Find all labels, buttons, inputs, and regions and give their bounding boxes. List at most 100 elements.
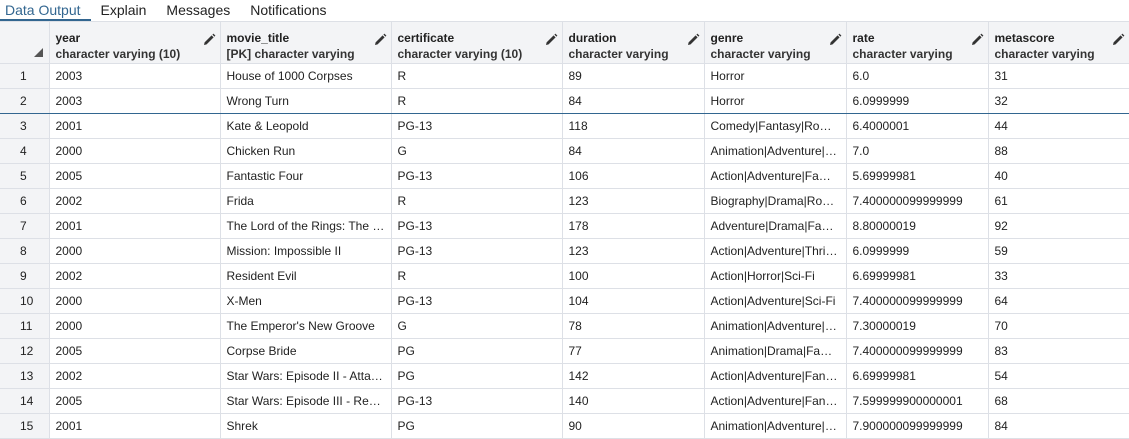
cell-metascore[interactable]: 32 [988, 88, 1129, 114]
cell-movie-title[interactable]: Mission: Impossible II [220, 238, 392, 264]
table-row[interactable]: 5 2005 Fantastic Four PG-13 106 Action|Advent… [0, 163, 1129, 189]
table-row[interactable]: 72001The Lord of the Rings: The Fellowsh… [0, 213, 1129, 239]
cell-metascore[interactable]: 88 [988, 138, 1129, 164]
cell-genre[interactable]: Animation|Adventure|Comedy [704, 138, 847, 164]
row-number[interactable]: 14 [0, 388, 50, 414]
cell-metascore[interactable]: 40 [988, 163, 1129, 189]
cell-movie-title[interactable]: Star Wars: Episode II - Attack of the Cl… [220, 363, 392, 389]
column-header-certificate[interactable]: certificate character varying (10) [391, 22, 563, 64]
tab-data-output[interactable]: Data Output [0, 2, 91, 21]
pencil-icon[interactable] [828, 33, 842, 47]
table-row[interactable]: 11 2000 The Emperor's New Groove G 78 Animati… [0, 313, 1129, 339]
cell-genre[interactable]: Animation|Drama|Family [704, 338, 847, 364]
column-header-duration[interactable]: duration character varying [562, 22, 705, 64]
cell-duration[interactable]: 142 [562, 363, 705, 389]
cell-duration[interactable]: 178 [562, 213, 705, 239]
cell-movie-title[interactable]: The Emperor's New Groove [220, 313, 392, 339]
cell-year[interactable]: 2002 [49, 188, 221, 214]
cell-movie-title[interactable]: Corpse Bride [220, 338, 392, 364]
cell-certificate[interactable]: PG-13 [391, 388, 563, 414]
table-row[interactable]: 132002Star Wars: Episode II - Attack of … [0, 363, 1129, 389]
cell-metascore[interactable]: 70 [988, 313, 1129, 339]
column-header-movie-title[interactable]: movie_title [PK] character varying [220, 22, 392, 64]
cell-genre[interactable]: Adventure|Drama|Fantasy [704, 213, 847, 239]
cell-genre[interactable]: Horror [704, 63, 847, 89]
cell-year[interactable]: 2000 [49, 288, 221, 314]
cell-metascore[interactable]: 61 [988, 188, 1129, 214]
cell-movie-title[interactable]: Wrong Turn [220, 88, 392, 114]
cell-rate[interactable]: 6.0 [846, 63, 989, 89]
table-row[interactable]: 2 2003 Wrong Turn R 84 Horror 6.0999999 32 [0, 88, 1129, 114]
cell-genre[interactable]: Action|Adventure|Sci-Fi [704, 288, 847, 314]
cell-duration[interactable]: 100 [562, 263, 705, 289]
row-number[interactable]: 12 [0, 338, 50, 364]
table-row[interactable]: 142005Star Wars: Episode III - Revenge o… [0, 388, 1129, 414]
row-number[interactable]: 6 [0, 188, 50, 214]
select-all-cell[interactable] [0, 22, 50, 64]
cell-genre[interactable]: Comedy|Fantasy|Romance [704, 113, 847, 139]
row-number[interactable]: 7 [0, 213, 50, 239]
cell-metascore[interactable]: 64 [988, 288, 1129, 314]
cell-movie-title[interactable]: X-Men [220, 288, 392, 314]
cell-certificate[interactable]: G [391, 138, 563, 164]
cell-duration[interactable]: 90 [562, 413, 705, 439]
cell-rate[interactable]: 7.599999900000001 [846, 388, 989, 414]
cell-duration[interactable]: 89 [562, 63, 705, 89]
cell-genre[interactable]: Action|Adventure|Family [704, 163, 847, 189]
cell-genre[interactable]: Action|Adventure|Fantasy [704, 388, 847, 414]
cell-movie-title[interactable]: Resident Evil [220, 263, 392, 289]
cell-metascore[interactable]: 44 [988, 113, 1129, 139]
cell-metascore[interactable]: 92 [988, 213, 1129, 239]
cell-year[interactable]: 2003 [49, 88, 221, 114]
cell-rate[interactable]: 6.4000001 [846, 113, 989, 139]
cell-movie-title[interactable]: Kate & Leopold [220, 113, 392, 139]
cell-rate[interactable]: 6.0999999 [846, 238, 989, 264]
cell-year[interactable]: 2001 [49, 413, 221, 439]
cell-rate[interactable]: 7.400000099999999 [846, 338, 989, 364]
cell-movie-title[interactable]: Shrek [220, 413, 392, 439]
cell-year[interactable]: 2005 [49, 163, 221, 189]
cell-movie-title[interactable]: House of 1000 Corpses [220, 63, 392, 89]
cell-rate[interactable]: 6.69999981 [846, 363, 989, 389]
cell-certificate[interactable]: PG-13 [391, 113, 563, 139]
table-row[interactable]: 4 2000 Chicken Run G 84 Animation|Adventure|C… [0, 138, 1129, 164]
row-number[interactable]: 15 [0, 413, 50, 439]
table-row[interactable]: 8 2000 Mission: Impossible II PG-13 123 Actio… [0, 238, 1129, 264]
cell-certificate[interactable]: PG-13 [391, 163, 563, 189]
row-number[interactable]: 5 [0, 163, 50, 189]
table-row[interactable]: 9 2002 Resident Evil R 100 Action|Horror|Sci-… [0, 263, 1129, 289]
table-row[interactable]: 1 2003 House of 1000 Corpses R 89 Horror 6.0 31 [0, 63, 1129, 89]
cell-metascore[interactable]: 83 [988, 338, 1129, 364]
cell-duration[interactable]: 106 [562, 163, 705, 189]
pencil-icon[interactable] [544, 33, 558, 47]
cell-metascore[interactable]: 84 [988, 413, 1129, 439]
cell-duration[interactable]: 104 [562, 288, 705, 314]
cell-year[interactable]: 2005 [49, 338, 221, 364]
cell-certificate[interactable]: PG [391, 338, 563, 364]
cell-genre[interactable]: Action|Adventure|Thriller [704, 238, 847, 264]
row-number[interactable]: 13 [0, 363, 50, 389]
cell-rate[interactable]: 7.900000099999999 [846, 413, 989, 439]
pencil-icon[interactable] [202, 33, 216, 47]
cell-metascore[interactable]: 31 [988, 63, 1129, 89]
cell-metascore[interactable]: 33 [988, 263, 1129, 289]
cell-rate[interactable]: 8.80000019 [846, 213, 989, 239]
cell-certificate[interactable]: R [391, 188, 563, 214]
cell-certificate[interactable]: PG-13 [391, 238, 563, 264]
cell-year[interactable]: 2002 [49, 263, 221, 289]
row-number[interactable]: 10 [0, 288, 50, 314]
cell-certificate[interactable]: PG [391, 413, 563, 439]
cell-year[interactable]: 2000 [49, 138, 221, 164]
cell-year[interactable]: 2005 [49, 388, 221, 414]
column-header-year[interactable]: year character varying (10) [49, 22, 221, 64]
cell-certificate[interactable]: G [391, 313, 563, 339]
cell-duration[interactable]: 140 [562, 388, 705, 414]
cell-year[interactable]: 2003 [49, 63, 221, 89]
cell-duration[interactable]: 84 [562, 88, 705, 114]
row-number[interactable]: 9 [0, 263, 50, 289]
tab-notifications[interactable]: Notifications [240, 2, 336, 21]
cell-movie-title[interactable]: Fantastic Four [220, 163, 392, 189]
cell-year[interactable]: 2001 [49, 213, 221, 239]
row-number[interactable]: 3 [0, 113, 50, 139]
cell-year[interactable]: 2000 [49, 313, 221, 339]
